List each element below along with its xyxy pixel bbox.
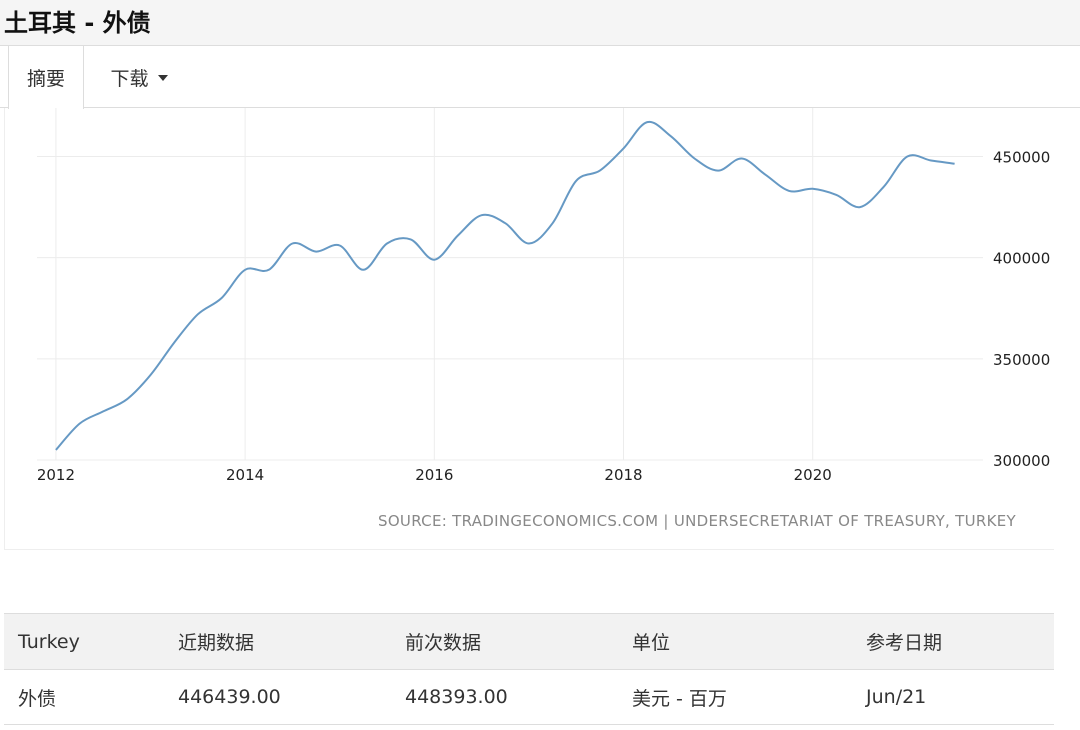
y-tick-label: 450000 <box>993 148 1050 166</box>
tab-bar: 摘要 下载 <box>0 46 1080 109</box>
x-tick-label: 2014 <box>226 466 264 484</box>
y-tick-label: 350000 <box>993 351 1050 369</box>
line-chart: 2012 2014 2016 2018 2020 300000 350000 400000 45… <box>37 108 1050 484</box>
table-row: 外债 446439.00 448393.00 美元 - 百万 Jun/21 <box>4 669 1054 725</box>
tab-summary[interactable]: 摘要 <box>8 46 84 109</box>
series-line <box>55 120 955 451</box>
title-bar: 土耳其 - 外债 <box>0 0 1080 46</box>
tab-download-label: 下载 <box>110 67 149 90</box>
table-header-cell: 近期数据 <box>164 613 391 670</box>
table-cell: Jun/21 <box>852 669 1054 725</box>
x-tick-label: 2020 <box>794 466 832 484</box>
x-tick-label: 2018 <box>604 466 642 484</box>
x-tick-label: 2016 <box>415 466 453 484</box>
table-cell: 448393.00 <box>391 669 618 725</box>
x-tick-label: 2012 <box>37 466 75 484</box>
data-table: Turkey 近期数据 前次数据 单位 参考日期 外债 446439.00 44… <box>4 613 1054 725</box>
chart-panel: 2012 2014 2016 2018 2020 300000 350000 400000 45… <box>4 108 1054 550</box>
caret-down-icon <box>157 75 168 81</box>
table-header-cell: 参考日期 <box>852 613 1054 670</box>
table-header-cell: 单位 <box>618 613 852 670</box>
source-text: SOURCE: TRADINGECONOMICS.COM | UNDERSECR… <box>378 512 1017 530</box>
table-header-row: Turkey 近期数据 前次数据 单位 参考日期 <box>4 613 1054 670</box>
table-cell: 外债 <box>4 669 164 725</box>
table-header-cell: 前次数据 <box>391 613 618 670</box>
tab-summary-label: 摘要 <box>26 68 65 90</box>
table-cell: 美元 - 百万 <box>618 669 852 725</box>
table-header-cell: Turkey <box>4 613 164 670</box>
y-tick-label: 400000 <box>993 250 1050 268</box>
y-tick-label: 300000 <box>993 452 1050 470</box>
tab-download[interactable]: 下载 <box>96 46 182 108</box>
table-cell: 446439.00 <box>164 669 391 725</box>
page-title: 土耳其 - 外债 <box>4 9 151 37</box>
